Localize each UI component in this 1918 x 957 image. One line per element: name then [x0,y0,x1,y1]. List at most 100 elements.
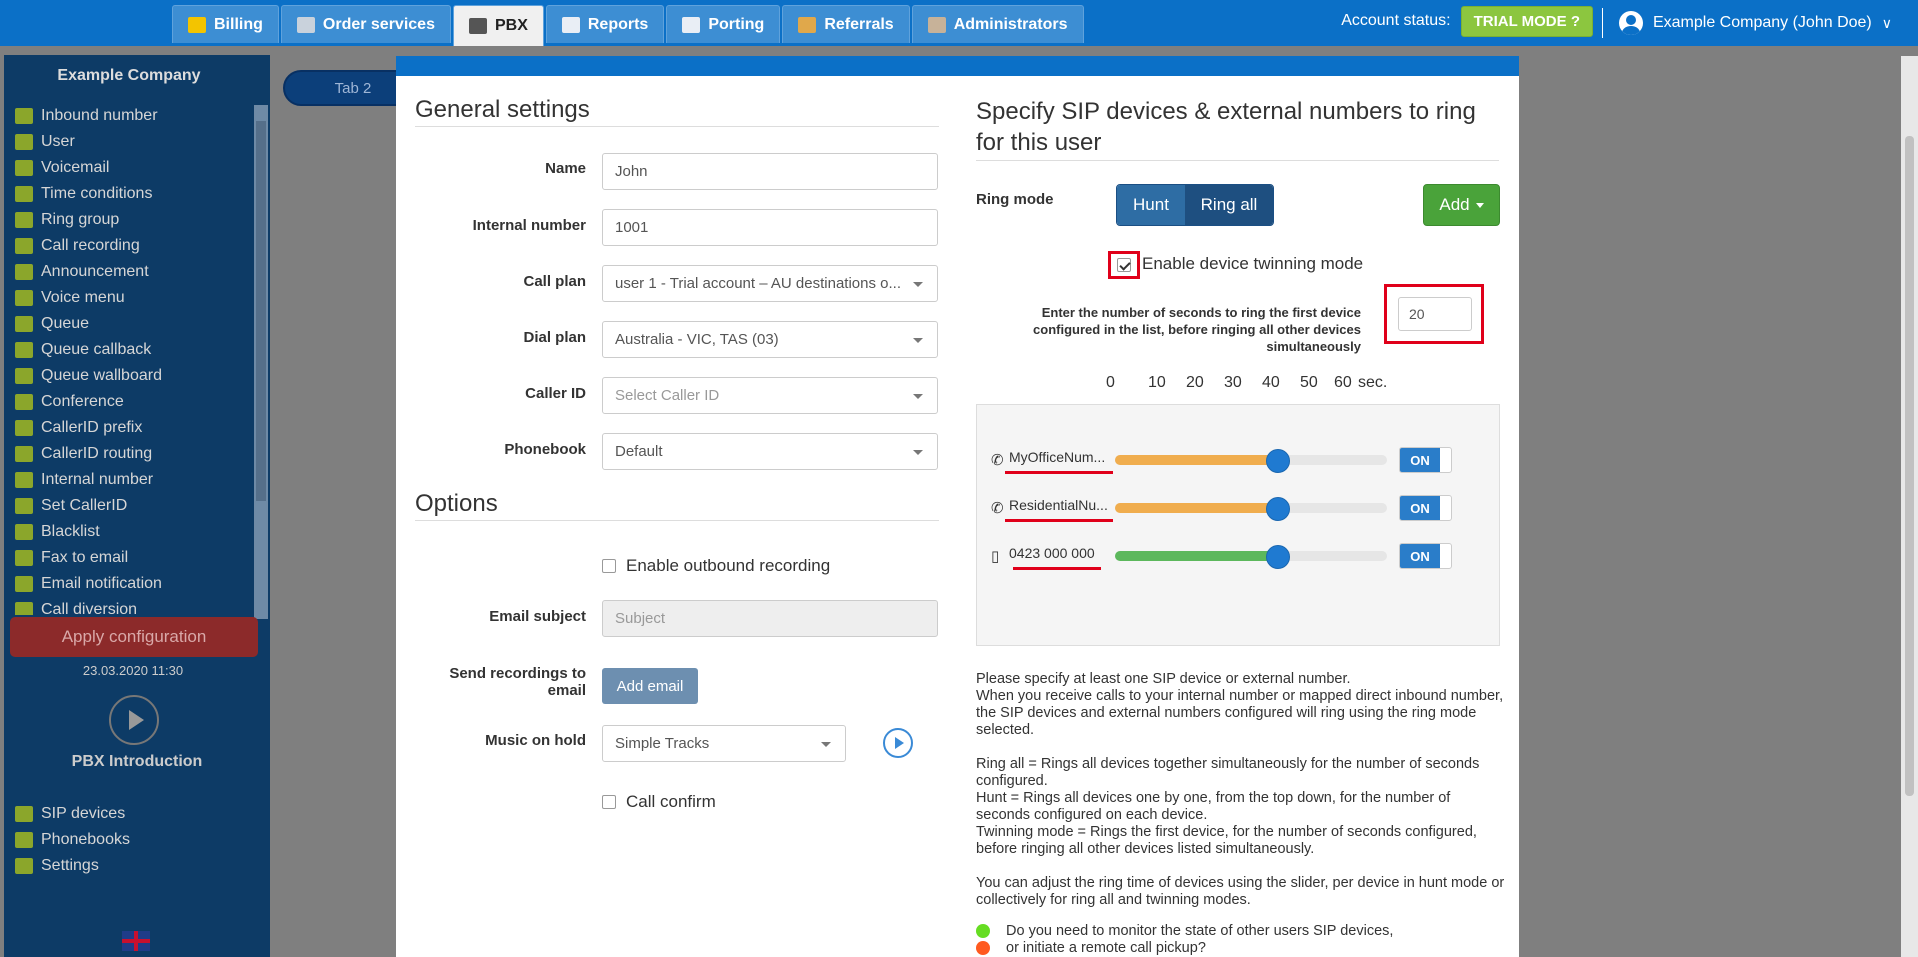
sidebar-item-callerid-prefix[interactable]: CallerID prefix [4,415,254,441]
tab-billing[interactable]: Billing [172,5,279,43]
sitemap-icon [15,446,33,462]
ring-time-slider[interactable] [1115,449,1387,473]
device-toggle[interactable]: ON [1399,447,1452,473]
sidebar-bottom-menu: SIP devices Phonebooks Settings [4,801,254,879]
sidebar-item-queue[interactable]: Queue [4,311,254,337]
slider-handle[interactable] [1266,545,1291,569]
sim-icon [682,16,701,33]
tab-order-services[interactable]: Order services [280,5,451,43]
name-label: Name [545,160,586,177]
caller-id-select[interactable]: Select Caller ID [602,377,938,414]
sidebar-item-sip-devices[interactable]: SIP devices [4,801,254,827]
user-settings-modal: General settings Name John Internal numb… [396,56,1519,957]
apply-configuration-button[interactable]: Apply configuration [10,617,258,657]
ring-time-slider[interactable] [1115,497,1387,521]
general-settings-heading: General settings [415,96,939,127]
device-toggle[interactable]: ON [1399,543,1452,569]
sidebar-item-announcement[interactable]: Announcement [4,259,254,285]
ban-icon [15,524,33,540]
upload-icon [15,602,33,615]
slider-handle[interactable] [1266,497,1291,521]
call-plan-select[interactable]: user 1 - Trial account – AU destinations… [602,265,938,302]
sidebar-item-queue-callback[interactable]: Queue callback [4,337,254,363]
tab-pbx[interactable]: PBX [452,5,544,46]
sidebar-item-settings[interactable]: Settings [4,853,254,879]
sidebar-scrollbar-thumb[interactable] [256,121,266,501]
coins-icon [188,16,206,33]
device-name[interactable]: ResidentialNu... [1009,497,1114,513]
add-email-button[interactable]: Add email [602,668,698,704]
seconds-scale: 0 10 20 30 40 50 60 sec. [1106,374,1466,394]
dial-plan-select[interactable]: Australia - VIC, TAS (03) [602,321,938,358]
grid-icon [15,290,33,306]
ring-all-button[interactable]: Ring all [1185,185,1273,225]
window-scrollbar-thumb[interactable] [1905,136,1914,796]
sidebar-item-set-callerid[interactable]: Set CallerID [4,493,254,519]
sidebar-item-queue-wallboard[interactable]: Queue wallboard [4,363,254,389]
tab-porting[interactable]: Porting [666,5,781,43]
slider-fill [1115,551,1279,561]
device-name[interactable]: 0423 000 000 [1009,545,1114,561]
play-intro-icon[interactable] [109,695,159,745]
sidebar-item-time-conditions[interactable]: Time conditions [4,181,254,207]
sidebar-item-blacklist[interactable]: Blacklist [4,519,254,545]
device-name-underline [1005,519,1113,522]
sidebar-item-call-diversion[interactable]: Call diversion [4,597,254,615]
email-subject-input[interactable]: Subject [602,600,938,637]
sidebar-item-internal-number[interactable]: Internal number [4,467,254,493]
play-music-icon[interactable] [883,728,913,758]
megaphone-icon [15,264,33,280]
device-name[interactable]: MyOfficeNum... [1009,449,1114,465]
chevron-down-icon: ∨ [1881,14,1892,31]
sidebar-item-voicemail[interactable]: Voicemail [4,155,254,181]
sidebar-item-callerid-routing[interactable]: CallerID routing [4,441,254,467]
trial-mode-button[interactable]: TRIAL MODE ? [1460,5,1593,37]
map-marker-icon [15,472,33,488]
account-status-label: Account status: [1341,12,1451,29]
tab-reports[interactable]: Reports [545,5,665,43]
outbound-recording-checkbox[interactable] [602,559,616,573]
name-input[interactable]: John [602,153,938,190]
device-toggle[interactable]: ON [1399,495,1452,521]
phonebook-label: Phonebook [504,441,586,458]
sidebar-item-email-notification[interactable]: Email notification [4,571,254,597]
sidebar-item-fax-to-email[interactable]: Fax to email [4,545,254,571]
monitor-row-1: Do you need to monitor the state of othe… [976,923,1393,939]
sidebar-scrollbar[interactable] [254,105,268,619]
call-confirm-checkbox[interactable] [602,795,616,809]
sidebar-item-conference[interactable]: Conference [4,389,254,415]
phonebook-select[interactable]: Default [602,433,938,470]
slider-handle[interactable] [1266,449,1291,473]
window-scrollbar[interactable] [1901,56,1918,957]
report-icon [561,16,580,33]
orange-dot-icon [976,941,990,955]
table-icon [15,368,33,384]
sidebar-item-call-recording[interactable]: Call recording [4,233,254,259]
device-row: ▯ 0423 000 000 ON [977,535,1501,575]
sidebar-item-ring-group[interactable]: Ring group [4,207,254,233]
sidebar-item-voice-menu[interactable]: Voice menu [4,285,254,311]
ring-time-slider[interactable] [1115,545,1387,569]
add-device-button[interactable]: Add [1423,184,1500,226]
device-row: ✆ ResidentialNu... ON [977,487,1501,527]
pbx-introduction-link[interactable]: PBX Introduction [4,753,270,771]
sidebar-item-user[interactable]: User [4,129,254,155]
ring-mode-toggle: Hunt Ring all [1116,184,1274,226]
music-on-hold-select[interactable]: Simple Tracks [602,725,846,762]
device-name-underline [1013,567,1101,570]
tab-referrals[interactable]: Referrals [782,5,910,43]
uk-flag-icon[interactable] [122,931,150,951]
sidebar-item-inbound-number[interactable]: Inbound number [4,103,254,129]
top-navigation: Billing Order services PBX Reports Porti… [0,0,1918,46]
user-icon [15,134,33,150]
hunt-button[interactable]: Hunt [1117,185,1185,225]
green-dot-icon [976,924,990,938]
user-menu[interactable]: Example Company (John Doe) ∨ [1601,8,1892,38]
tab-administrators[interactable]: Administrators [911,5,1084,43]
sidebar-item-phonebooks[interactable]: Phonebooks [4,827,254,853]
internal-number-input[interactable]: 1001 [602,209,938,246]
twinning-checkbox[interactable] [1117,258,1131,272]
comments-icon [15,394,33,410]
seconds-input[interactable]: 20 [1398,297,1472,331]
users-icon [15,212,33,228]
